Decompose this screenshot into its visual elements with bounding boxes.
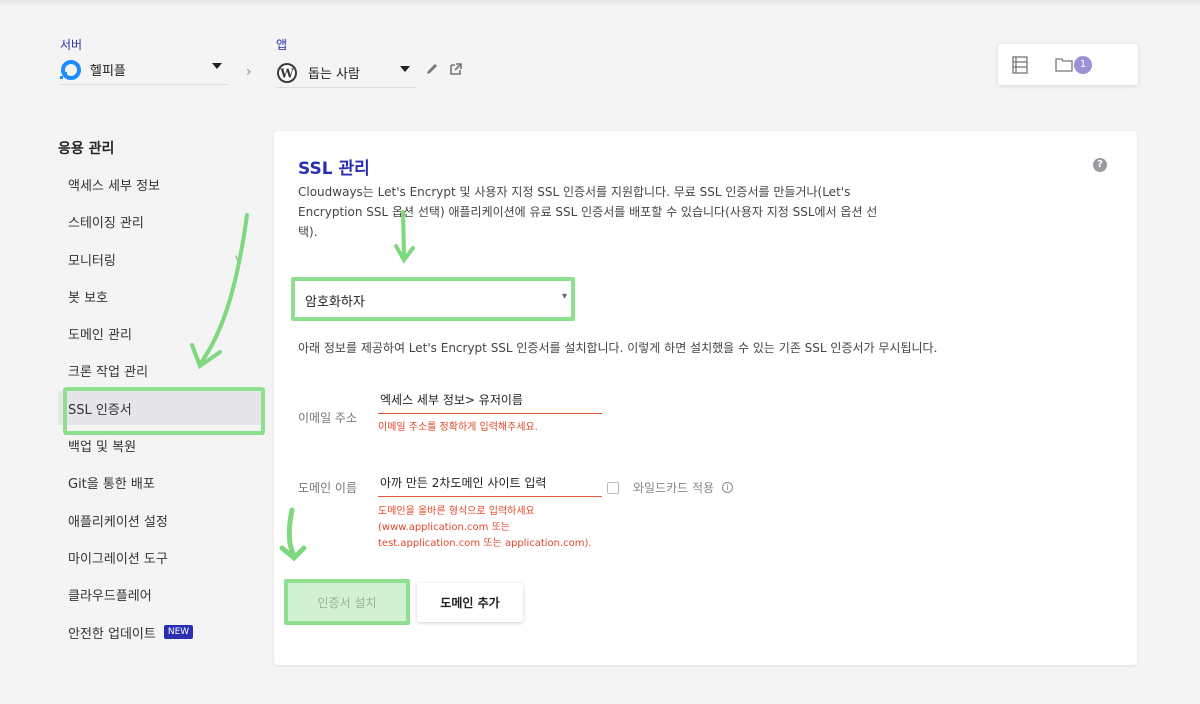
app-name: 돕는 사람 [308,67,360,82]
svg-text:W: W [279,66,294,80]
sidebar-item-label: 도메인 관리 [68,327,132,343]
email-label: 이메일 주소 [298,411,358,425]
ssl-highlight-box [63,387,265,435]
pencil-icon[interactable] [425,62,439,76]
chevron-down-icon[interactable]: ∨ [234,252,242,265]
email-field[interactable]: 엑세스 세부 정보> 유저이름 [378,386,602,414]
ssl-type-value: 암호화하자 [305,295,365,310]
app-label: 앱 [276,38,288,52]
domain-value: 아까 만든 2차도메인 사이트 입력 [380,476,547,490]
wildcard-option: 와일드카드 적용 i [607,479,734,496]
top-bar [0,0,1200,6]
lets-encrypt-info: 아래 정보를 제공하여 Let's Encrypt SSL 인증서를 설치합니다… [298,341,938,355]
sidebar-item-label: 액세스 세부 정보 [68,178,160,194]
digitalocean-icon [60,59,81,80]
top-right-toolbar: 1 [998,44,1138,85]
sidebar-item-label: 봇 보호 [68,290,109,306]
sidebar-item-label: 백업 및 복원 [68,439,137,455]
server-label: 서버 [60,38,83,52]
chevron-down-icon[interactable]: ▾ [562,291,567,302]
sidebar-item-label: 클라우드플레어 [68,588,152,604]
sidebar-item-label: 크론 작업 관리 [68,364,149,380]
ssl-management-card: SSL 관리 ? Cloudways는 Let's Encrypt 및 사용자 … [274,131,1137,665]
sidebar-item-cron-jobs[interactable]: 크론 작업 관리 [58,353,262,387]
domain-label: 도메인 이름 [298,481,358,495]
sidebar-item-app-settings[interactable]: 애플리케이션 설정 [58,503,262,537]
domain-error-line-3: test.application.com 또는 application.com)… [378,538,592,549]
sidebar-item-safe-updates[interactable]: 안전한 업데이트 NEW [58,615,262,649]
sidebar-item-access-details[interactable]: 액세스 세부 정보 [58,167,262,201]
email-value: 엑세스 세부 정보> 유저이름 [380,393,523,407]
sidebar-item-label: 모니터링 [68,253,116,269]
sidebar-item-migration-tools[interactable]: 마이그레이션 도구 [58,540,262,574]
install-certificate-button[interactable]: 인증서 설치 [284,579,410,625]
info-icon[interactable]: i [722,482,734,493]
chevron-down-icon[interactable] [212,63,222,69]
sidebar-item-staging[interactable]: 스테이징 관리 [58,204,262,238]
sidebar-item-git-deploy[interactable]: Git을 통한 배포 [58,465,262,499]
sidebar-item-label: Git을 통한 배포 [68,476,155,492]
server-name: 헬피플 [90,64,126,79]
notification-badge[interactable]: 1 [1074,56,1092,74]
email-error: 이메일 주소를 정확하게 입력해주세요. [378,422,538,433]
ssl-description: Cloudways는 Let's Encrypt 및 사용자 지정 SSL 인증… [298,185,878,239]
folder-icon[interactable] [1055,56,1073,72]
domain-error-line-1: 도메인을 올바른 형식으로 입력하세요 [378,506,535,517]
sidebar-item-domain-management[interactable]: 도메인 관리 [58,316,262,350]
chevron-right-icon: › [246,64,252,80]
wordpress-icon: W [277,62,297,83]
page-title: SSL 관리 [298,159,370,179]
new-badge: NEW [163,625,194,639]
sidebar-item-bot-protection[interactable]: 봇 보호 [58,279,262,313]
add-domain-button[interactable]: 도메인 추가 [417,583,523,622]
sidebar-item-label: 마이그레이션 도구 [68,551,168,567]
sidebar-item-cloudflare[interactable]: 클라우드플레어 [58,577,262,611]
wildcard-checkbox[interactable] [607,481,619,494]
server-list-icon[interactable] [1012,56,1028,74]
domain-field[interactable]: 아까 만든 2차도메인 사이트 입력 [378,469,602,497]
server-selector[interactable]: 헬피플 [60,55,228,85]
help-icon[interactable]: ? [1093,158,1107,172]
sidebar-item-label: 안전한 업데이트 [68,626,156,642]
sidebar-item-monitoring[interactable]: 모니터링 ∨ [58,242,262,276]
external-link-icon[interactable] [449,62,463,76]
sidebar-title: 응용 관리 [58,141,115,157]
sidebar-item-label: 스테이징 관리 [68,215,144,231]
chevron-down-icon[interactable] [400,66,410,72]
app-selector[interactable]: W 돕는 사람 [276,58,416,88]
ssl-type-select[interactable]: 암호화하자 ▾ [291,277,575,321]
domain-error-line-2: (www.application.com 또는 [378,522,510,533]
wildcard-label: 와일드카드 적용 [633,481,715,495]
sidebar-item-label: 애플리케이션 설정 [68,514,168,530]
